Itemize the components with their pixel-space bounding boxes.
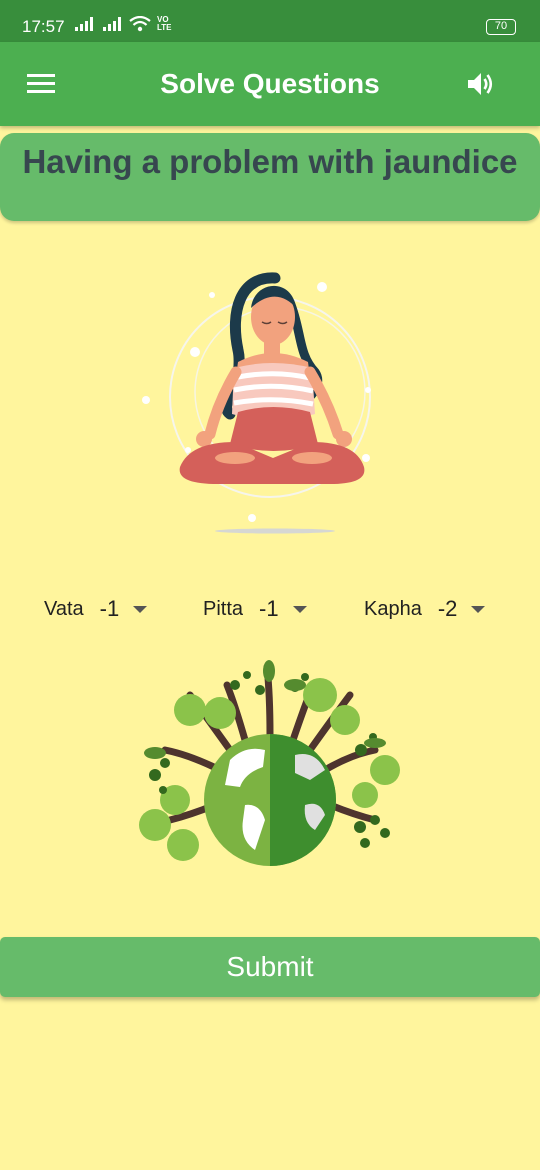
battery-level: 70 bbox=[494, 20, 508, 32]
app-bar: Solve Questions bbox=[0, 42, 540, 126]
meditation-illustration bbox=[142, 272, 371, 534]
question-card: Having a problem with jaundice bbox=[0, 133, 540, 221]
kapha-label: Kapha bbox=[364, 597, 422, 620]
question-text: Having a problem with jaundice bbox=[22, 143, 518, 180]
pitta-label: Pitta bbox=[203, 597, 244, 620]
vata-value: -1 bbox=[99, 596, 120, 621]
submit-button[interactable]: Submit bbox=[0, 937, 540, 997]
vata-label: Vata bbox=[44, 597, 84, 620]
chevron-down-icon bbox=[471, 605, 486, 613]
signal-icon bbox=[75, 17, 93, 31]
vata-dropdown[interactable]: Vata -1 bbox=[44, 596, 148, 622]
volume-icon[interactable] bbox=[465, 69, 495, 99]
pitta-value: -1 bbox=[259, 596, 279, 621]
network-type: VO LTE bbox=[157, 15, 172, 32]
dosha-row: Vata -1 Pitta -1 Kapha -2 bbox=[0, 596, 540, 626]
wifi-icon bbox=[129, 16, 151, 32]
status-bar: 17:57 VO LTE 70 bbox=[0, 0, 540, 42]
chevron-down-icon bbox=[292, 605, 307, 613]
battery-icon: 70 bbox=[486, 19, 516, 35]
kapha-dropdown[interactable]: Kapha -2 bbox=[364, 596, 486, 622]
chevron-down-icon bbox=[133, 605, 148, 613]
signal-icon bbox=[103, 17, 121, 31]
earth-tree-illustration bbox=[139, 660, 400, 866]
app-title: Solve Questions bbox=[160, 68, 380, 99]
status-time: 17:57 bbox=[22, 17, 65, 36]
pitta-dropdown[interactable]: Pitta -1 bbox=[203, 596, 307, 622]
kapha-value: -2 bbox=[437, 596, 458, 621]
